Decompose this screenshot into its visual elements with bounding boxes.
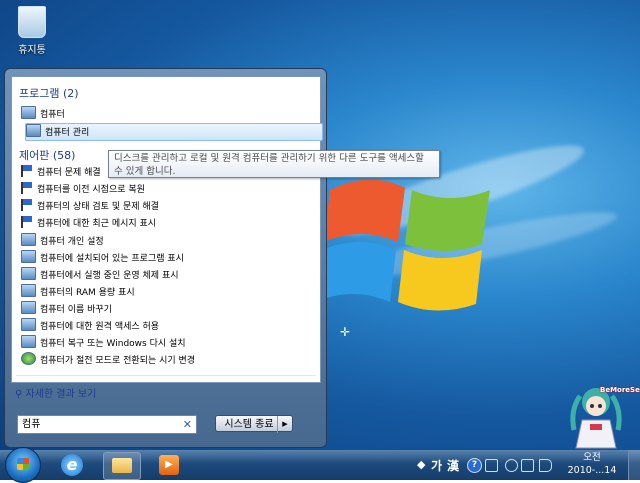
recovery-icon	[21, 335, 36, 348]
notification-icon[interactable]	[505, 459, 518, 472]
windows-logo	[316, 179, 490, 311]
see-more-results-link[interactable]: ⚲ 자세한 결과 보기	[15, 385, 96, 400]
start-menu: 프로그램 (2) 컴퓨터 컴퓨터 관리 제어판 (58) 컴퓨터 문제 해결 컴…	[4, 68, 327, 448]
result-computer[interactable]: 컴퓨터	[21, 106, 321, 122]
system-icon	[21, 301, 36, 314]
result-computer-management[interactable]: 컴퓨터 관리	[25, 123, 323, 141]
result-label: 컴퓨터에 대한 최근 메시지 표시	[37, 219, 157, 229]
ime-hangul-toggle[interactable]: 가	[431, 457, 442, 474]
clock[interactable]: 오전 2010-...14	[562, 451, 622, 477]
system-icon	[21, 284, 36, 297]
flag-icon	[21, 216, 32, 228]
volume-icon[interactable]	[539, 459, 552, 472]
divider	[16, 375, 316, 376]
shutdown-options-arrow-icon[interactable]: ▶	[277, 416, 292, 433]
result-label: 컴퓨터 관리	[45, 128, 90, 138]
control-panel-header[interactable]: 제어판 (58)	[19, 147, 75, 163]
recycle-bin-icon	[18, 6, 46, 38]
result-label: 컴퓨터에서 실행 중인 운영 체제 표시	[40, 271, 179, 281]
system-icon	[21, 267, 36, 280]
search-results-pane: 프로그램 (2) 컴퓨터 컴퓨터 관리 제어판 (58) 컴퓨터 문제 해결 컴…	[11, 76, 323, 383]
result-label: 컴퓨터의 RAM 용량 표시	[40, 288, 135, 298]
result-recent-messages[interactable]: 컴퓨터에 대한 최근 메시지 표시	[21, 216, 321, 232]
mouse-cursor-icon: ✛	[340, 325, 351, 339]
result-label: 컴퓨터	[40, 110, 65, 120]
result-label: 컴퓨터에 대한 원격 액세스 허용	[40, 322, 160, 332]
programs-icon	[21, 250, 36, 263]
start-button[interactable]	[5, 447, 41, 483]
result-label: 컴퓨터를 이전 시점으로 복원	[37, 185, 145, 195]
clock-time: 오전	[583, 452, 601, 463]
result-remote-access[interactable]: 컴퓨터에 대한 원격 액세스 허용	[21, 318, 321, 334]
clock-date: 2010-...14	[567, 465, 617, 476]
computer-icon	[21, 106, 36, 119]
ime-hanja-toggle[interactable]: 漢	[447, 457, 459, 474]
tooltip: 디스크를 관리하고 로컬 및 원격 컴퓨터를 관리하기 위한 다른 도구를 액세…	[108, 150, 440, 178]
network-icon[interactable]	[521, 459, 534, 472]
see-more-label: 자세한 결과 보기	[25, 389, 97, 400]
media-player-icon: ▶	[159, 455, 179, 475]
settings-icon[interactable]	[485, 459, 498, 472]
help-icon[interactable]: ?	[467, 458, 482, 473]
flag-icon	[21, 199, 32, 211]
result-review-status[interactable]: 컴퓨터의 상태 검토 및 문제 해결	[21, 199, 321, 215]
clear-search-icon[interactable]: ✕	[183, 416, 192, 433]
result-label: 컴퓨터에 설치되어 있는 프로그램 표시	[40, 254, 184, 264]
result-label: 컴퓨터의 상태 검토 및 문제 해결	[37, 202, 159, 212]
result-rename[interactable]: 컴퓨터 이름 바꾸기	[21, 301, 321, 317]
shutdown-label: 시스템 종료	[224, 419, 274, 430]
taskbar-explorer[interactable]	[103, 452, 141, 480]
result-label: 컴퓨터 문제 해결	[37, 168, 101, 178]
result-label: 컴퓨터 개인 설정	[40, 237, 104, 247]
taskbar-internet-explorer[interactable]: e	[55, 452, 91, 478]
show-desktop-button[interactable]	[628, 450, 640, 480]
result-label: 컴퓨터가 절전 모드로 전환되는 시기 변경	[40, 356, 196, 366]
result-recovery[interactable]: 컴퓨터 복구 또는 Windows 다시 설치	[21, 335, 321, 351]
taskbar-media-player[interactable]: ▶	[152, 452, 188, 478]
watermark-text: BeMoreSee	[600, 386, 640, 394]
system-icon	[21, 318, 36, 331]
flag-icon	[21, 165, 32, 177]
shutdown-button[interactable]: 시스템 종료 ▶	[215, 415, 293, 433]
result-label: 컴퓨터 이름 바꾸기	[40, 305, 112, 315]
recycle-bin-label: 휴지통	[18, 45, 46, 56]
result-personalize[interactable]: 컴퓨터 개인 설정	[21, 233, 321, 249]
result-installed-programs[interactable]: 컴퓨터에 설치되어 있는 프로그램 표시	[21, 250, 321, 266]
computer-management-icon	[26, 124, 41, 137]
search-icon: ⚲	[15, 389, 23, 400]
result-os-version[interactable]: 컴퓨터에서 실행 중인 운영 체제 표시	[21, 267, 321, 283]
result-restore[interactable]: 컴퓨터를 이전 시점으로 복원	[21, 182, 321, 198]
ime-indicator-icon[interactable]: ◆	[417, 458, 425, 471]
result-ram[interactable]: 컴퓨터의 RAM 용량 표시	[21, 284, 321, 300]
result-label: 컴퓨터 복구 또는 Windows 다시 설치	[40, 339, 186, 349]
internet-explorer-icon: e	[61, 454, 83, 476]
search-input[interactable]: 컴퓨 ✕	[17, 415, 197, 434]
flag-icon	[21, 182, 32, 194]
folder-icon	[112, 458, 132, 473]
result-sleep[interactable]: 컴퓨터가 절전 모드로 전환되는 시기 변경	[21, 352, 321, 368]
personalize-icon	[21, 233, 36, 246]
programs-header[interactable]: 프로그램 (2)	[19, 85, 79, 101]
recycle-bin[interactable]: 휴지통	[12, 4, 52, 62]
search-value: 컴퓨	[22, 419, 41, 430]
power-icon	[21, 352, 36, 365]
